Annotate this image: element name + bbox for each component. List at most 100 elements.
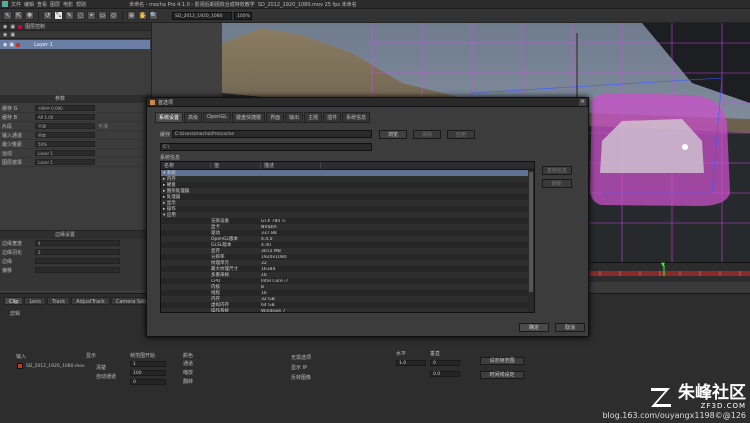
tree-cell: 16384	[261, 266, 276, 272]
tab-shortcuts[interactable]: 键盘快捷键	[232, 112, 266, 123]
tool-add-icon[interactable]: ⊕	[127, 11, 136, 20]
param-field[interactable]: AP 1.00	[35, 114, 95, 120]
layer-row[interactable]: ◉ ▣ Layer 1	[0, 40, 150, 49]
copy-info-button[interactable]: 复制信息	[542, 166, 572, 175]
tab-sysinfo[interactable]: 系统信息	[342, 112, 371, 123]
menu-item-1[interactable]: 编辑	[24, 1, 34, 8]
timeline[interactable]: ▼	[590, 262, 750, 282]
menu-item-0[interactable]: 文件	[11, 1, 21, 8]
tab-advanced[interactable]: 高级	[184, 112, 203, 123]
param-field[interactable]: 平滑	[35, 123, 95, 129]
option-flip[interactable]: 翻转	[183, 378, 193, 385]
watermark-blog: blog.163.com/ouyangx1198©@126	[602, 411, 746, 420]
playhead-icon[interactable]: ▼	[661, 262, 665, 268]
browse-button[interactable]: 浏览	[379, 130, 407, 139]
tab-interface[interactable]: 界面	[266, 112, 285, 123]
cache-path-field[interactable]: C:\Users\mocha\Pro\cache	[172, 130, 372, 138]
menu-item-4[interactable]: 电影	[63, 1, 73, 8]
tree-row[interactable]: 操作系统 Windows 7	[161, 308, 534, 313]
clip-selector[interactable]: SD_2012_1920_1080	[172, 11, 232, 20]
option-none[interactable]: 无需选项	[291, 354, 311, 361]
tool-hand-icon[interactable]: ✋	[138, 11, 147, 20]
range-start-field[interactable]: 1	[130, 361, 166, 367]
param-field[interactable]: 分配中 0.000	[35, 105, 95, 111]
clear-button[interactable]: 清除	[413, 130, 441, 139]
tree-cell: 多重采样	[211, 273, 229, 278]
tool-bspline-icon[interactable]: ◌	[76, 11, 85, 20]
eye-icon[interactable]: ◉	[3, 32, 7, 38]
tab-lens[interactable]: Lens	[24, 297, 47, 305]
tab-opengl[interactable]: OpenGL	[203, 112, 232, 123]
tab-track[interactable]: Track	[47, 297, 71, 305]
dialog-title-bar: 首选项	[147, 98, 588, 107]
option-scale[interactable]: 缩放	[183, 369, 193, 376]
tree-col-desc[interactable]: 描述	[261, 162, 321, 169]
display-option-2[interactable]: 自动通道	[96, 373, 116, 380]
clip-color-swatch	[17, 363, 23, 369]
menu-item-5[interactable]: 帮助	[76, 1, 86, 8]
tool-pick-icon[interactable]: ⇱	[14, 11, 23, 20]
sysinfo-tree[interactable]: 名称 值 描述 ▾ 系统 ▸ 内存 ▸ 硬盘 ▸ 图形处理器 ▸ 处理器 ▸ 显…	[160, 161, 535, 313]
tool-diamond-icon[interactable]: ◇	[109, 11, 118, 20]
param-field[interactable]: 亮度	[35, 132, 95, 138]
tool-zoom-icon[interactable]: 🔍	[149, 11, 158, 20]
tool-scale-icon[interactable]: ⤡	[54, 11, 63, 20]
vertical-field[interactable]: 0	[430, 360, 460, 366]
timeline-settings-button[interactable]: 时间线设定	[480, 371, 524, 379]
scroll-thumb[interactable]	[529, 172, 533, 292]
tool-target-icon[interactable]: ⌖	[87, 11, 96, 20]
tab-output[interactable]: 输出	[285, 112, 304, 123]
tool-rotate-icon[interactable]: ↺	[43, 11, 52, 20]
param-label: 缓存 B	[2, 114, 18, 121]
set-frame-range-button[interactable]: 设定帧范围	[480, 357, 524, 365]
tool-select-icon[interactable]: ↖	[3, 11, 12, 20]
zoom-field[interactable]: 100%	[234, 11, 252, 20]
horizontal-field[interactable]: 1.0	[396, 360, 426, 366]
edge-field[interactable]: 4	[35, 240, 120, 246]
tree-col-name[interactable]: 名称	[161, 162, 211, 169]
tree-cell: 32	[261, 260, 267, 266]
tree-cell: Windows 7	[261, 308, 286, 313]
param-label: 运动	[2, 150, 13, 157]
tree-scrollbar[interactable]	[528, 170, 534, 312]
tab-clip[interactable]: Clip	[4, 297, 24, 305]
display-option-1[interactable]: 清楚	[96, 364, 106, 371]
tab-system[interactable]: 系统设置	[155, 112, 184, 123]
param-row: 片段 平滑 平滑	[0, 122, 152, 131]
option-show-ip[interactable]: 显示 IP	[291, 364, 307, 371]
tool-pen-icon[interactable]: ✎	[65, 11, 74, 20]
range-end-field[interactable]: 100	[130, 370, 166, 376]
layer-visible-icon[interactable]: ◉	[3, 42, 7, 48]
edge-field[interactable]	[35, 258, 120, 264]
clip-section-title: 剪辑	[10, 311, 21, 317]
path-field[interactable]: C:\	[160, 143, 372, 151]
lock-icon[interactable]: ▣	[10, 32, 15, 38]
option-channel[interactable]: 通道	[183, 360, 193, 367]
menu-item-3[interactable]: 图层	[50, 1, 60, 8]
refresh-button[interactable]: 刷新	[542, 179, 572, 188]
range-offset-field[interactable]: 0	[130, 379, 166, 385]
tree-col-value[interactable]: 值	[211, 162, 261, 169]
tab-adjust-track[interactable]: AdjustTrack	[71, 297, 110, 305]
param-field[interactable]: Layer 1	[35, 150, 95, 156]
tab-plugins[interactable]: 插件	[323, 112, 342, 123]
close-icon[interactable]: ×	[579, 99, 586, 106]
edge-field[interactable]: 2	[35, 249, 120, 255]
tool-move-icon[interactable]: ✥	[25, 11, 34, 20]
cancel-button[interactable]: 取消	[555, 323, 585, 332]
layer-lock-icon[interactable]: ▣	[9, 42, 14, 48]
option-color[interactable]: 颜色	[183, 352, 193, 359]
ratio-field[interactable]: 0.0	[430, 371, 460, 377]
ok-button[interactable]: 确定	[519, 323, 549, 332]
edge-field[interactable]	[35, 267, 120, 273]
tool-rect-icon[interactable]: ▭	[98, 11, 107, 20]
param-field[interactable]: Layer 1	[35, 159, 95, 165]
param-field[interactable]: 50%	[35, 141, 95, 147]
param-label: 片段	[2, 123, 13, 130]
menu-item-2[interactable]: 查看	[37, 1, 47, 8]
option-invert[interactable]: 反转图像	[291, 374, 311, 381]
eye-icon[interactable]: ◉	[3, 24, 7, 30]
lock-icon[interactable]: ▣	[10, 24, 15, 30]
apply-button[interactable]: 应用	[447, 130, 475, 139]
tab-theme[interactable]: 主题	[304, 112, 323, 123]
